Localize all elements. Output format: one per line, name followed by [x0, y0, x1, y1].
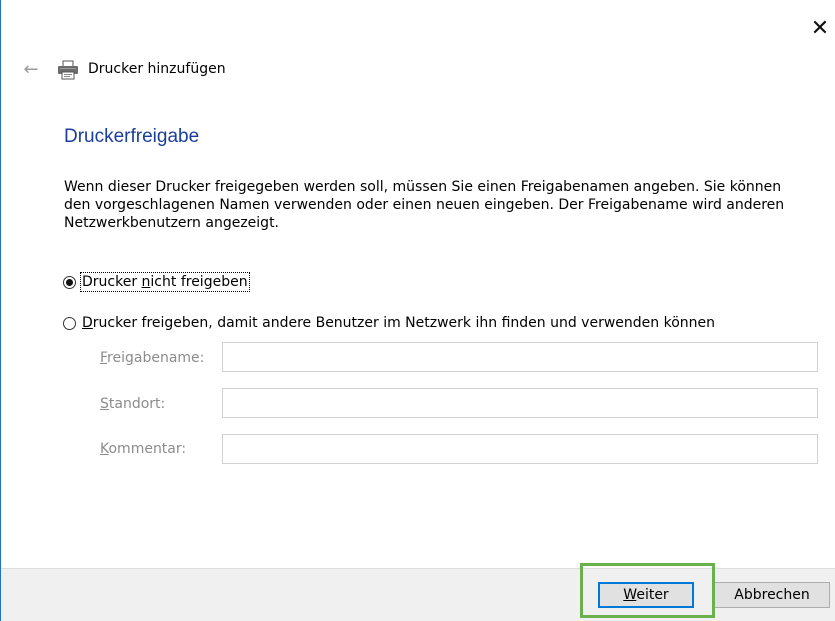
radio-no-share[interactable]: Drucker nicht freigeben — [63, 272, 250, 292]
back-arrow-icon[interactable]: ← — [19, 58, 43, 82]
radio-no-share-label[interactable]: Drucker nicht freigeben — [80, 272, 250, 292]
page-heading: Druckerfreigabe — [64, 126, 200, 147]
next-button[interactable]: Weiter — [598, 582, 694, 608]
description-text: Wenn dieser Drucker freigegeben werden s… — [64, 179, 785, 231]
cancel-button[interactable]: Abbrechen — [714, 582, 830, 608]
wizard-title: Drucker hinzufügen — [88, 61, 226, 77]
share-name-label: Freigabename: — [100, 350, 205, 366]
comment-input[interactable] — [222, 434, 818, 464]
radio-button-unselected[interactable] — [63, 316, 76, 330]
add-printer-window: ✕ ← Drucker hinzufügen Druckerfreigabe W… — [0, 0, 835, 621]
location-input[interactable] — [222, 388, 818, 418]
radio-button-selected[interactable] — [63, 275, 76, 289]
printer-icon — [58, 60, 78, 80]
footer-bar — [1, 568, 835, 621]
location-label: Standort: — [100, 396, 166, 412]
close-icon[interactable]: ✕ — [805, 14, 835, 44]
radio-share-label[interactable]: Drucker freigeben, damit andere Benutzer… — [82, 315, 715, 331]
radio-share[interactable]: Drucker freigeben, damit andere Benutzer… — [63, 315, 715, 331]
comment-label: Kommentar: — [100, 441, 187, 457]
share-name-input[interactable] — [222, 342, 818, 372]
